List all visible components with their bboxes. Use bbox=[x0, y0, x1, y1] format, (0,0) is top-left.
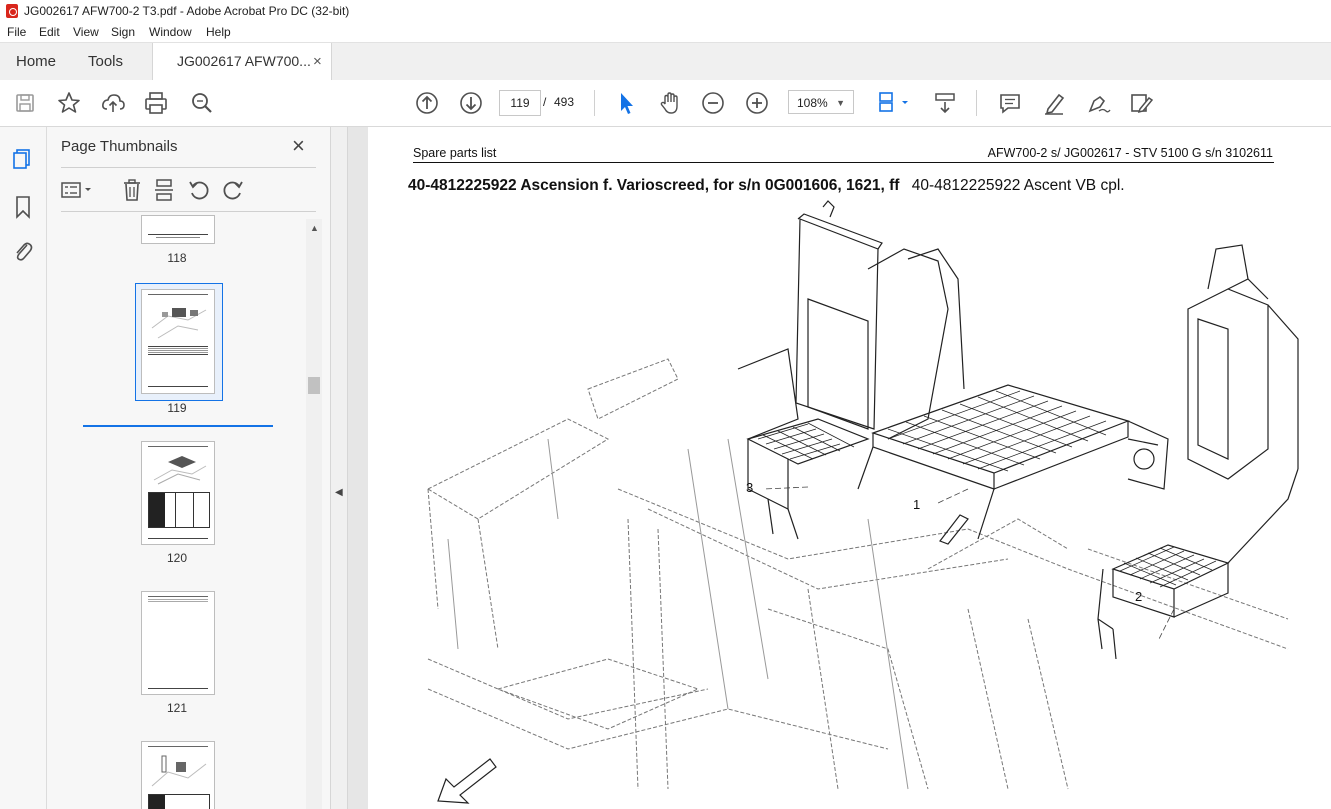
star-icon[interactable] bbox=[55, 89, 83, 117]
cursor-icon[interactable] bbox=[612, 89, 640, 117]
bookmark-icon[interactable] bbox=[13, 195, 33, 219]
document-page: Spare parts list AFW700-2 s/ JG002617 - … bbox=[368, 127, 1331, 809]
callout-2: 2 bbox=[1135, 589, 1142, 604]
scroll-up-icon[interactable]: ▲ bbox=[310, 223, 319, 233]
scroll-mode-icon[interactable] bbox=[931, 89, 959, 117]
header-rule bbox=[413, 162, 1274, 163]
arrow-down-circle-icon[interactable] bbox=[457, 89, 485, 117]
upload-icon[interactable] bbox=[99, 89, 127, 117]
page-label-120: 120 bbox=[166, 551, 188, 565]
panel-divider bbox=[61, 167, 316, 168]
zoom-in-icon[interactable] bbox=[743, 89, 771, 117]
thumbnail-drawing bbox=[153, 456, 207, 485]
fill-sign-icon[interactable] bbox=[1127, 89, 1155, 117]
comment-icon[interactable] bbox=[996, 89, 1024, 117]
page-header-right: AFW700-2 s/ JG002617 - STV 5100 G s/n 31… bbox=[987, 146, 1273, 160]
close-panel-icon[interactable]: × bbox=[292, 133, 305, 159]
page-thumbnail-120[interactable] bbox=[141, 441, 215, 545]
menu-file[interactable]: File bbox=[7, 25, 26, 39]
arrow-up-circle-icon[interactable] bbox=[413, 89, 441, 117]
menu-help[interactable]: Help bbox=[206, 25, 231, 39]
thumbnail-options-icon[interactable] bbox=[59, 179, 95, 201]
menu-view[interactable]: View bbox=[73, 25, 99, 39]
callout-1: 1 bbox=[913, 497, 920, 512]
page-count: 493 bbox=[554, 95, 575, 109]
rotate-clockwise-icon[interactable] bbox=[221, 178, 245, 202]
collapse-panel-icon[interactable]: ◀ bbox=[335, 487, 343, 498]
page-thumbnail-118[interactable] bbox=[141, 215, 215, 244]
tab-close-icon[interactable]: × bbox=[313, 43, 322, 80]
zoom-search-icon[interactable] bbox=[188, 89, 216, 117]
panel-divider bbox=[61, 211, 316, 212]
toolbar-divider bbox=[594, 90, 595, 116]
chevron-down-icon: ▼ bbox=[836, 98, 845, 108]
page-thumbnail-next[interactable] bbox=[141, 741, 215, 809]
sign-icon[interactable] bbox=[1084, 89, 1112, 117]
page-thumbnail-121[interactable] bbox=[141, 591, 215, 695]
hand-icon[interactable] bbox=[656, 89, 684, 117]
document-view[interactable]: Spare parts list AFW700-2 s/ JG002617 - … bbox=[348, 127, 1331, 809]
zoom-level-value: 108% bbox=[797, 96, 828, 110]
print-icon[interactable] bbox=[142, 89, 170, 117]
page-separator: / bbox=[543, 95, 547, 109]
thumbnail-drawing bbox=[151, 755, 207, 787]
page-thumbnails-icon[interactable] bbox=[11, 147, 35, 171]
toolbar-divider bbox=[976, 90, 977, 116]
thumbnail-scrollbar[interactable]: ▲ bbox=[306, 219, 322, 809]
menu-window[interactable]: Window bbox=[149, 25, 192, 39]
zoom-out-icon[interactable] bbox=[699, 89, 727, 117]
tab-document-label: JG002617 AFW700... bbox=[177, 53, 311, 69]
page-thumbnail-119[interactable] bbox=[141, 289, 215, 394]
highlight-pen-icon[interactable] bbox=[1040, 89, 1068, 117]
page-label-119: 119 bbox=[167, 401, 187, 415]
left-navigation-rail bbox=[0, 127, 47, 809]
attachment-icon[interactable] bbox=[12, 239, 34, 263]
drop-indicator-line bbox=[83, 425, 273, 427]
tab-bar: Home Tools JG002617 AFW700... × bbox=[0, 42, 1331, 81]
panel-title: Page Thumbnails bbox=[61, 138, 178, 155]
page-label-118: 118 bbox=[167, 251, 187, 265]
page-number-input[interactable]: 119 bbox=[499, 90, 541, 116]
tab-home[interactable]: Home bbox=[16, 43, 56, 80]
toolbar: 119 / 493 108% ▼ bbox=[0, 80, 1331, 127]
page-header-left: Spare parts list bbox=[413, 146, 497, 160]
page-label-121: 121 bbox=[166, 701, 188, 715]
save-icon[interactable] bbox=[11, 89, 39, 117]
rotate-counterclockwise-icon[interactable] bbox=[187, 178, 211, 202]
zoom-level-select[interactable]: 108% ▼ bbox=[788, 90, 854, 114]
callout-3: 3 bbox=[746, 480, 753, 495]
tab-document[interactable]: JG002617 AFW700... × bbox=[152, 43, 332, 81]
delete-page-icon[interactable] bbox=[121, 178, 143, 202]
exploded-parts-drawing: 3 1 2 bbox=[426, 200, 1299, 804]
pdf-app-icon bbox=[6, 4, 18, 18]
window-title: JG002617 AFW700-2 T3.pdf - Adobe Acrobat… bbox=[24, 4, 350, 18]
tab-tools[interactable]: Tools bbox=[88, 43, 123, 80]
menu-sign[interactable]: Sign bbox=[111, 25, 135, 39]
thumbnail-drawing bbox=[151, 308, 207, 339]
panel-collapse-strip[interactable]: ◀ bbox=[331, 127, 348, 809]
title-bar: JG002617 AFW700-2 T3.pdf - Adobe Acrobat… bbox=[0, 0, 1331, 22]
page-fit-icon[interactable] bbox=[873, 89, 913, 117]
menu-bar: File Edit View Sign Window Help bbox=[0, 22, 1331, 42]
menu-edit[interactable]: Edit bbox=[39, 25, 60, 39]
extract-page-icon[interactable] bbox=[153, 178, 175, 202]
scrollbar-thumb[interactable] bbox=[308, 377, 320, 394]
page-thumbnails-panel: Page Thumbnails × 118 119 120 121 ▲ bbox=[47, 127, 331, 809]
